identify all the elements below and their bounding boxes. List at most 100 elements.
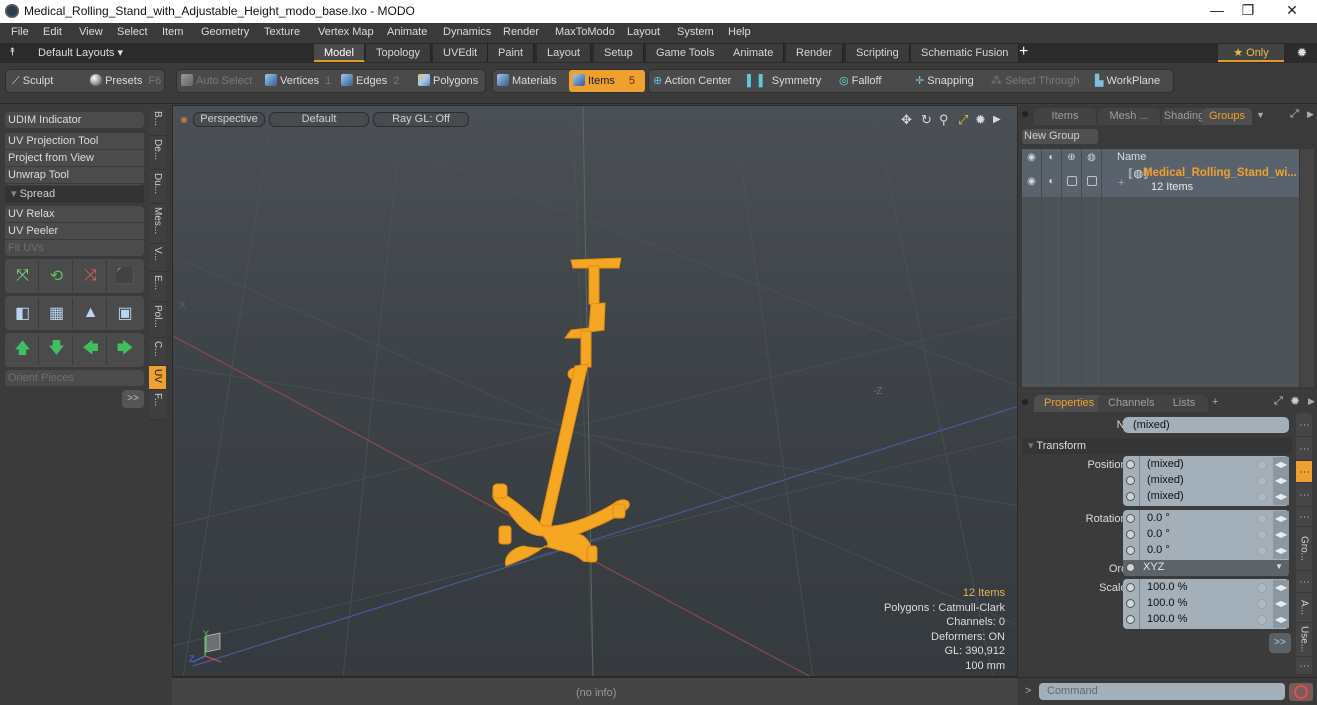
knob-icon[interactable] — [1257, 460, 1267, 470]
orient-pieces-button[interactable]: Orient Pieces — [5, 370, 144, 387]
drag-arrows-icon[interactable]: ◀▶ — [1273, 473, 1289, 489]
properties-gear-icon[interactable]: ✹ — [1290, 394, 1300, 408]
menu-help[interactable]: Help — [728, 26, 751, 38]
align-right-icon[interactable]: 🡆 — [109, 335, 141, 365]
tab-groups[interactable]: Groups — [1202, 108, 1252, 125]
menu-maxtomodo[interactable]: MaxToModo — [555, 26, 615, 38]
workplane-button[interactable]: ▙ WorkPlane — [1095, 70, 1160, 92]
tab-channels[interactable]: Channels — [1098, 395, 1165, 412]
rvtab-a[interactable]: A... — [1296, 593, 1312, 623]
properties-options-dot[interactable] — [1022, 399, 1028, 405]
align-left-icon[interactable]: 🡄 — [75, 335, 107, 365]
tab-animate[interactable]: Animate — [723, 44, 785, 62]
uv-peeler-button[interactable]: UV Peeler — [5, 223, 144, 240]
panel-expand-arrow-icon[interactable]: ▶ — [1307, 109, 1314, 120]
gear-icon[interactable]: ✹ — [1292, 44, 1312, 62]
group-row[interactable]: ◉ ◐ + ⟦◍⟧ Medical_Rolling_Stand_wi... 12… — [1022, 165, 1299, 197]
tab-scripting[interactable]: Scripting — [846, 44, 910, 62]
udim-indicator-button[interactable]: UDIM Indicator — [5, 112, 144, 129]
rvtab-user[interactable]: Use... — [1296, 623, 1312, 657]
tabs-dropdown-icon[interactable]: ▼ — [1256, 110, 1265, 120]
snapping-button[interactable]: ✛ Snapping — [915, 70, 974, 92]
tab-render[interactable]: Render — [786, 44, 844, 62]
viewport-gear-icon[interactable]: ✹ — [975, 112, 986, 128]
anim-dot-icon[interactable] — [1126, 476, 1135, 485]
scale-y-field[interactable]: 100.0 % ◀▶ — [1123, 596, 1289, 612]
default-layouts-dropdown[interactable]: Default Layouts ▾ — [38, 46, 123, 59]
add-properties-tab-button[interactable]: + — [1212, 396, 1218, 408]
left-more-button[interactable]: >> — [122, 390, 144, 408]
properties-expand-arrow-icon[interactable]: ▶ — [1308, 396, 1315, 407]
vtab-uv[interactable]: UV — [149, 366, 166, 390]
rotation-z-field[interactable]: 0.0 ° ◀▶ — [1123, 543, 1289, 559]
uv-planar-icon[interactable]: ▦ — [41, 298, 73, 328]
menu-system[interactable]: System — [677, 26, 714, 38]
anim-dot-icon[interactable] — [1126, 460, 1135, 469]
uv-relax-button[interactable]: UV Relax — [5, 206, 144, 223]
vtab-du[interactable]: Du... — [149, 170, 166, 204]
rvtab-4[interactable]: ⋮ — [1296, 483, 1312, 507]
perspective-dropdown[interactable]: Perspective — [193, 112, 265, 127]
menu-texture[interactable]: Texture — [264, 26, 300, 38]
uv-sphere-icon[interactable]: ▣ — [109, 298, 141, 328]
align-bottom-icon[interactable]: 🡇 — [41, 335, 73, 365]
tab-lists[interactable]: Lists — [1160, 395, 1208, 412]
rolling-stand-model[interactable] — [492, 257, 630, 567]
uv-box-icon[interactable]: ⬛ — [109, 261, 141, 291]
vtab-mesh[interactable]: Mes... — [149, 204, 166, 244]
uv-rotate-icon[interactable]: ⟲ — [41, 261, 73, 291]
falloff-button[interactable]: ◎ Falloff — [839, 70, 881, 92]
menu-select[interactable]: Select — [117, 26, 148, 38]
menu-dynamics[interactable]: Dynamics — [443, 26, 491, 38]
knob-icon[interactable] — [1257, 583, 1267, 593]
drag-arrows-icon[interactable]: ◀▶ — [1273, 596, 1289, 612]
menu-render[interactable]: Render — [503, 26, 539, 38]
sculpt-button[interactable]: ⟋ Sculpt — [12, 70, 53, 92]
menu-layout[interactable]: Layout — [627, 26, 660, 38]
expand-plus-icon[interactable]: + — [1118, 177, 1124, 189]
knob-icon[interactable] — [1257, 615, 1267, 625]
anim-dot-icon[interactable] — [1126, 583, 1135, 592]
action-center-button[interactable]: ⊕ Action Center — [653, 70, 731, 92]
lock-col-icon[interactable]: ⊕ — [1062, 149, 1082, 165]
close-button[interactable]: ✕ — [1272, 2, 1312, 20]
shading-default-dropdown[interactable]: Default — [269, 112, 369, 127]
scale-z-field[interactable]: 100.0 % ◀▶ — [1123, 612, 1289, 628]
menu-vertex-map[interactable]: Vertex Map — [318, 26, 374, 38]
add-tab-button[interactable]: + — [1019, 43, 1028, 61]
vtab-e[interactable]: E... — [149, 272, 166, 302]
rvtab-3[interactable]: ⋮ — [1296, 461, 1312, 483]
presets-button[interactable]: Presets F6 — [90, 70, 161, 92]
maximize-panel-icon[interactable]: ⤢ — [1290, 108, 1299, 121]
properties-more-button[interactable]: >> — [1269, 633, 1291, 653]
anim-dot-icon[interactable] — [1126, 563, 1135, 572]
tab-topology[interactable]: Topology — [366, 44, 432, 62]
materials-button[interactable]: Materials — [497, 70, 557, 92]
menu-animate[interactable]: Animate — [387, 26, 427, 38]
zoom-view-icon[interactable]: ⚲ — [939, 112, 949, 128]
viewport-options-dot[interactable] — [181, 117, 187, 123]
knob-icon[interactable] — [1257, 514, 1267, 524]
anim-dot-icon[interactable] — [1126, 492, 1135, 501]
vertices-button[interactable]: Vertices 1 — [265, 70, 331, 92]
drag-arrows-icon[interactable]: ◀▶ — [1273, 457, 1289, 473]
vtab-pol[interactable]: Pol... — [149, 302, 166, 338]
knob-icon[interactable] — [1257, 530, 1267, 540]
position-z-field[interactable]: (mixed) ◀▶ — [1123, 489, 1289, 505]
vtab-c[interactable]: C... — [149, 338, 166, 366]
anim-dot-icon[interactable] — [1126, 599, 1135, 608]
tab-paint[interactable]: Paint — [488, 44, 535, 62]
tab-properties[interactable]: Properties — [1034, 395, 1105, 412]
drag-arrows-icon[interactable]: ◀▶ — [1273, 511, 1289, 527]
command-input[interactable]: Command — [1039, 683, 1285, 700]
fit-uvs-button[interactable]: Fit UVs — [5, 240, 144, 257]
knob-icon[interactable] — [1257, 599, 1267, 609]
knob-icon[interactable] — [1257, 476, 1267, 486]
tab-mesh[interactable]: Mesh ... — [1098, 108, 1160, 125]
tab-shading[interactable]: Shading — [1162, 108, 1206, 125]
name-field[interactable]: (mixed) — [1123, 417, 1289, 433]
visibility-col-icon[interactable]: ◉ — [1022, 149, 1042, 165]
anim-dot-icon[interactable] — [1126, 615, 1135, 624]
uv-scale-icon[interactable]: ⤨ — [75, 261, 107, 291]
tab-schematic-fusion[interactable]: Schematic Fusion — [911, 44, 1020, 62]
